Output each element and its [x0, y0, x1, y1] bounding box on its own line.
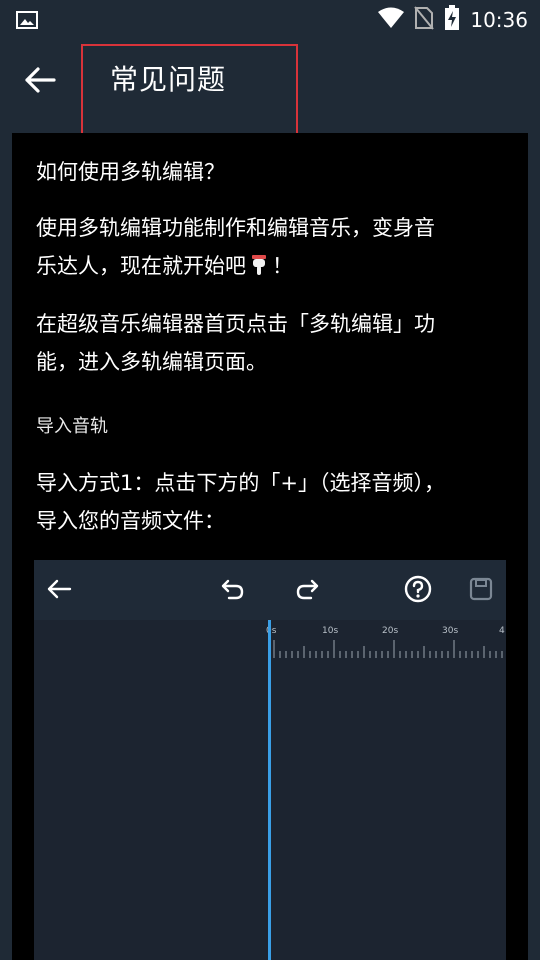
undo-icon	[218, 574, 248, 604]
pointing-hand-icon	[248, 250, 270, 275]
app-bar: 常见问题	[0, 40, 540, 120]
timeline-ruler: 0s 10s 20s 30s 4	[266, 624, 506, 664]
battery-charging-icon	[444, 5, 460, 35]
intro-line-2-end: ！	[272, 254, 293, 278]
import-line-1: 导入方式1：点击下方的「+」（选择音频），	[36, 471, 445, 495]
import-line-2: 导入您的音频文件：	[36, 509, 225, 533]
faq-content: 如何使用多轨编辑？ 使用多轨编辑功能制作和编辑音乐，变身音 乐达人，现在就开始吧…	[12, 133, 528, 960]
wifi-icon	[378, 7, 405, 33]
redo-icon	[292, 574, 322, 604]
back-button[interactable]	[20, 62, 60, 98]
clock-time: 10:36	[470, 8, 528, 32]
arrow-left-icon	[25, 67, 56, 93]
editor-toolbar	[34, 560, 506, 620]
help-icon	[403, 574, 433, 604]
status-bar: 10:36	[0, 0, 540, 40]
step-line-2: 能，进入多轨编辑页面。	[36, 350, 267, 374]
faq-question: 如何使用多轨编辑？	[36, 160, 225, 184]
arrow-left-icon	[44, 574, 74, 604]
intro-line-1: 使用多轨编辑功能制作和编辑音乐，变身音	[36, 216, 435, 240]
no-sim-icon	[414, 6, 435, 34]
playhead[interactable]	[268, 620, 271, 960]
save-icon	[466, 574, 496, 604]
section-heading: 导入音轨	[36, 416, 108, 437]
page-title: 常见问题	[110, 63, 227, 96]
editor-screenshot: 0s 10s 20s 30s 4	[34, 560, 506, 960]
ruler-ticks	[273, 640, 503, 658]
step-line-1: 在超级音乐编辑器首页点击「多轨编辑」功	[36, 312, 435, 336]
intro-line-2: 乐达人，现在就开始吧 ！	[36, 247, 506, 285]
image-icon	[16, 11, 38, 29]
intro-line-2-text: 乐达人，现在就开始吧	[36, 254, 246, 278]
